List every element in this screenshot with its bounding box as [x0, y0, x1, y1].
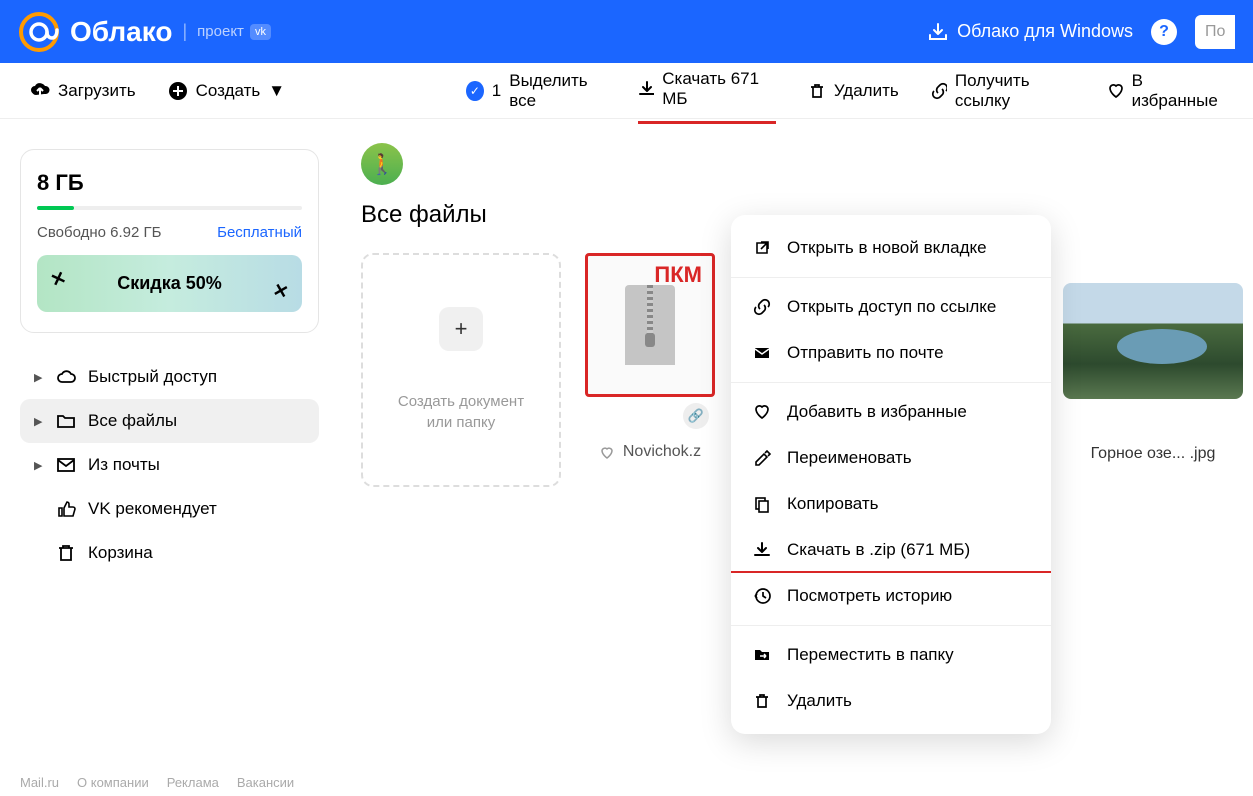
file-name: Novichok.z: [623, 443, 701, 461]
vk-badge: vk: [250, 24, 271, 40]
sidebar-nav: ▶ Быстрый доступ ▶ Все файлы ▶ Из почты …: [20, 355, 319, 575]
project-label: проект vk: [197, 23, 271, 40]
storage-free-label: Свободно 6.92 ГБ: [37, 224, 161, 241]
avatar[interactable]: 🚶: [361, 143, 403, 185]
plus-icon: +: [439, 307, 483, 351]
cloud-icon: [56, 367, 76, 387]
divider: |: [182, 21, 187, 42]
upload-button[interactable]: Загрузить: [30, 81, 136, 101]
storage-bar: [37, 206, 302, 210]
sidebar-item-label: VK рекомендует: [88, 499, 217, 519]
file-name: Горное озе... .jpg: [1063, 445, 1243, 463]
get-link-button[interactable]: Получить ссылку: [931, 71, 1076, 111]
ctx-move[interactable]: Переместить в папку: [731, 632, 1051, 678]
trash-icon: [56, 543, 76, 563]
footer-link-mail[interactable]: Mail.ru: [20, 775, 59, 790]
zip-thumbnail: ПКМ: [585, 253, 715, 397]
sidebar-item-trash[interactable]: Корзина: [20, 531, 319, 575]
footer-link-about[interactable]: О компании: [77, 775, 149, 790]
footer-link-jobs[interactable]: Вакансии: [237, 775, 294, 790]
link-icon: [753, 298, 773, 316]
plus-circle-icon: [168, 81, 188, 101]
cloud-upload-icon: [30, 81, 50, 101]
check-icon: ✓: [466, 81, 484, 101]
at-icon: [18, 11, 60, 53]
thumb-up-icon: [56, 499, 76, 519]
storage-plan-label[interactable]: Бесплатный: [217, 224, 302, 241]
heart-icon: [1107, 82, 1123, 100]
ctx-add-favorites[interactable]: Добавить в избранные: [731, 389, 1051, 435]
context-menu: Открыть в новой вкладке Открыть доступ п…: [731, 215, 1051, 734]
logo[interactable]: Облако: [18, 11, 172, 53]
ctx-history[interactable]: Посмотреть историю: [731, 573, 1051, 619]
help-icon[interactable]: ?: [1151, 19, 1177, 45]
create-text: Создать документ или папку: [398, 391, 524, 433]
storage-card: 8 ГБ Свободно 6.92 ГБ Бесплатный ✕ Скидк…: [20, 149, 319, 333]
storage-total: 8 ГБ: [37, 170, 302, 196]
chevron-right-icon: ▶: [34, 371, 44, 384]
sidebar-item-from-mail[interactable]: ▶ Из почты: [20, 443, 319, 487]
file-item-image[interactable]: Горное озе... .jpg: [1063, 253, 1243, 487]
copy-icon: [753, 495, 773, 513]
mail-icon: [753, 344, 773, 362]
sidebar-item-label: Корзина: [88, 543, 153, 563]
select-all-button[interactable]: ✓ 1 Выделить все: [466, 71, 606, 111]
trash-icon: [753, 692, 773, 710]
ctx-share-link[interactable]: Открыть доступ по ссылке: [731, 284, 1051, 330]
download-icon: [638, 80, 654, 98]
ctx-delete[interactable]: Удалить: [731, 678, 1051, 724]
chevron-right-icon: ▶: [34, 459, 44, 472]
search-input[interactable]: По: [1195, 15, 1235, 49]
sidebar-item-all-files[interactable]: ▶ Все файлы: [20, 399, 319, 443]
ctx-download-zip[interactable]: Скачать в .zip (671 МБ): [731, 527, 1051, 573]
download-icon: [753, 541, 773, 559]
chevron-down-icon: ▼: [268, 81, 285, 101]
footer-link-ads[interactable]: Реклама: [167, 775, 219, 790]
link-badge-icon[interactable]: 🔗: [683, 403, 709, 429]
create-button[interactable]: Создать ▼: [168, 81, 285, 101]
windows-download-button[interactable]: Облако для Windows: [927, 21, 1133, 43]
mail-icon: [56, 455, 76, 475]
ctx-send-mail[interactable]: Отправить по почте: [731, 330, 1051, 376]
sidebar-item-quick-access[interactable]: ▶ Быстрый доступ: [20, 355, 319, 399]
move-folder-icon: [753, 646, 773, 664]
ctx-rename[interactable]: Переименовать: [731, 435, 1051, 481]
delete-button[interactable]: Удалить: [808, 81, 899, 101]
heart-icon: [753, 403, 773, 421]
selected-count: 1: [492, 81, 501, 101]
file-item-zip[interactable]: ПКМ 🔗 Novichok.z: [585, 253, 715, 487]
external-link-icon: [753, 239, 773, 257]
link-icon: [931, 82, 947, 100]
heart-icon[interactable]: [599, 444, 615, 460]
sidebar-item-label: Быстрый доступ: [88, 367, 217, 387]
history-icon: [753, 587, 773, 605]
sidebar-item-label: Все файлы: [88, 411, 177, 431]
edit-icon: [753, 449, 773, 467]
trash-icon: [808, 82, 826, 100]
footer: Mail.ru О компании Реклама Вакансии: [20, 775, 294, 790]
sidebar-item-vk-recommends[interactable]: VK рекомендует: [20, 487, 319, 531]
download-button[interactable]: Скачать 671 МБ: [638, 69, 776, 124]
ctx-copy[interactable]: Копировать: [731, 481, 1051, 527]
create-file-card[interactable]: + Создать документ или папку: [361, 253, 561, 487]
favorites-button[interactable]: В избранные: [1107, 71, 1223, 111]
download-box-icon: [927, 21, 949, 43]
chevron-right-icon: ▶: [34, 415, 44, 428]
logo-text: Облако: [70, 16, 172, 48]
ctx-open-tab[interactable]: Открыть в новой вкладке: [731, 225, 1051, 271]
sidebar-item-label: Из почты: [88, 455, 160, 475]
promo-banner[interactable]: ✕ Скидка 50% ✕: [37, 255, 302, 312]
sidebar: 8 ГБ Свободно 6.92 ГБ Бесплатный ✕ Скидк…: [0, 119, 331, 766]
image-thumbnail: [1063, 283, 1243, 399]
toolbar: Загрузить Создать ▼ ✓ 1 Выделить все Ска…: [0, 63, 1253, 119]
app-header: Облако | проект vk Облако для Windows ? …: [0, 0, 1253, 63]
folder-icon: [56, 411, 76, 431]
